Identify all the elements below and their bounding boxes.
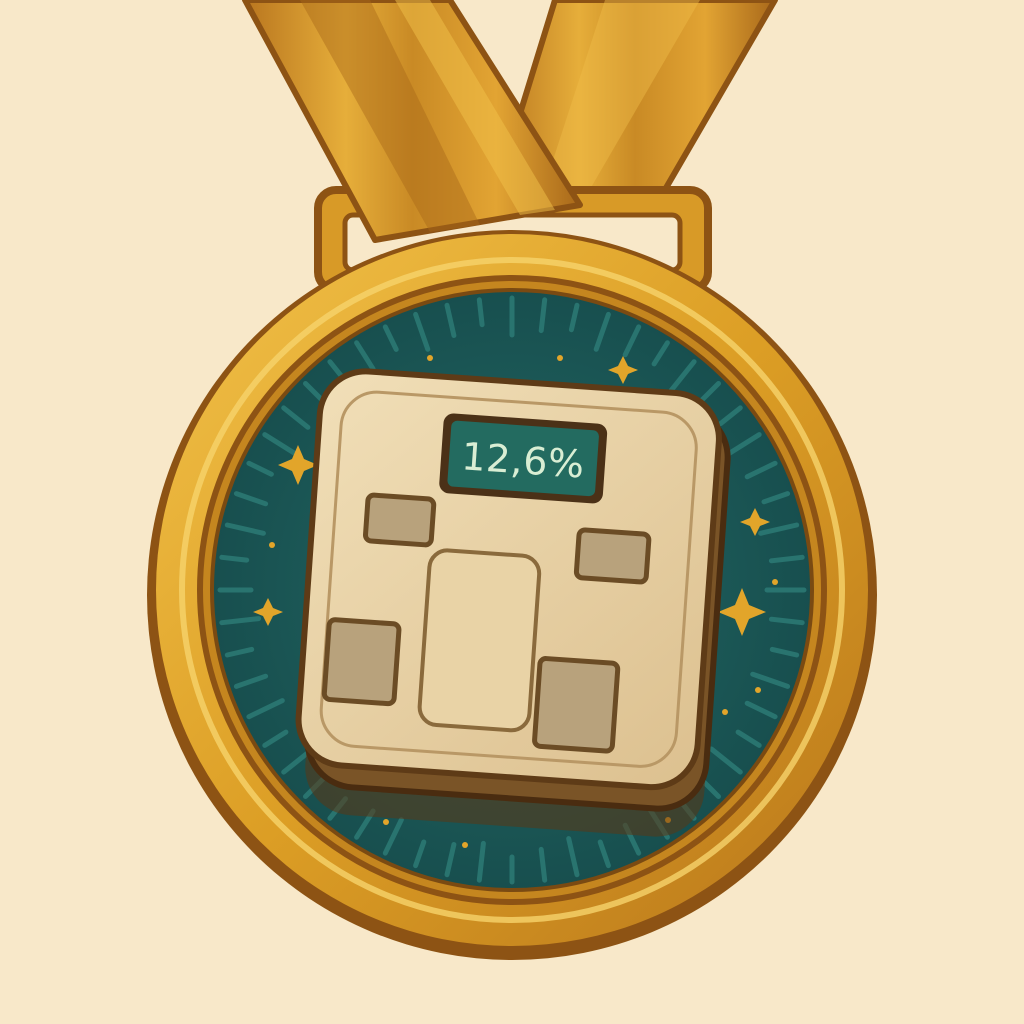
sunburst-ray: [219, 554, 250, 563]
body-fat-readout: 12,6%: [460, 434, 586, 486]
sunburst-ray: [538, 846, 548, 883]
sunburst-ray: [476, 297, 485, 328]
scale-pad: [573, 527, 652, 585]
scale-center-plate: [417, 548, 542, 733]
achievement-badge: 12,6%: [0, 0, 1024, 1024]
sunburst-ray: [538, 297, 548, 334]
body-fat-scale-icon: 12,6%: [295, 368, 731, 837]
scale-display: 12,6%: [439, 413, 608, 504]
scale-pad: [532, 656, 621, 754]
scale-pad: [362, 492, 437, 548]
medal-illustration: 12,6%: [147, 0, 877, 960]
scale-pad: [321, 617, 402, 707]
sunburst-ray: [768, 554, 805, 564]
sunburst-ray: [768, 616, 805, 626]
